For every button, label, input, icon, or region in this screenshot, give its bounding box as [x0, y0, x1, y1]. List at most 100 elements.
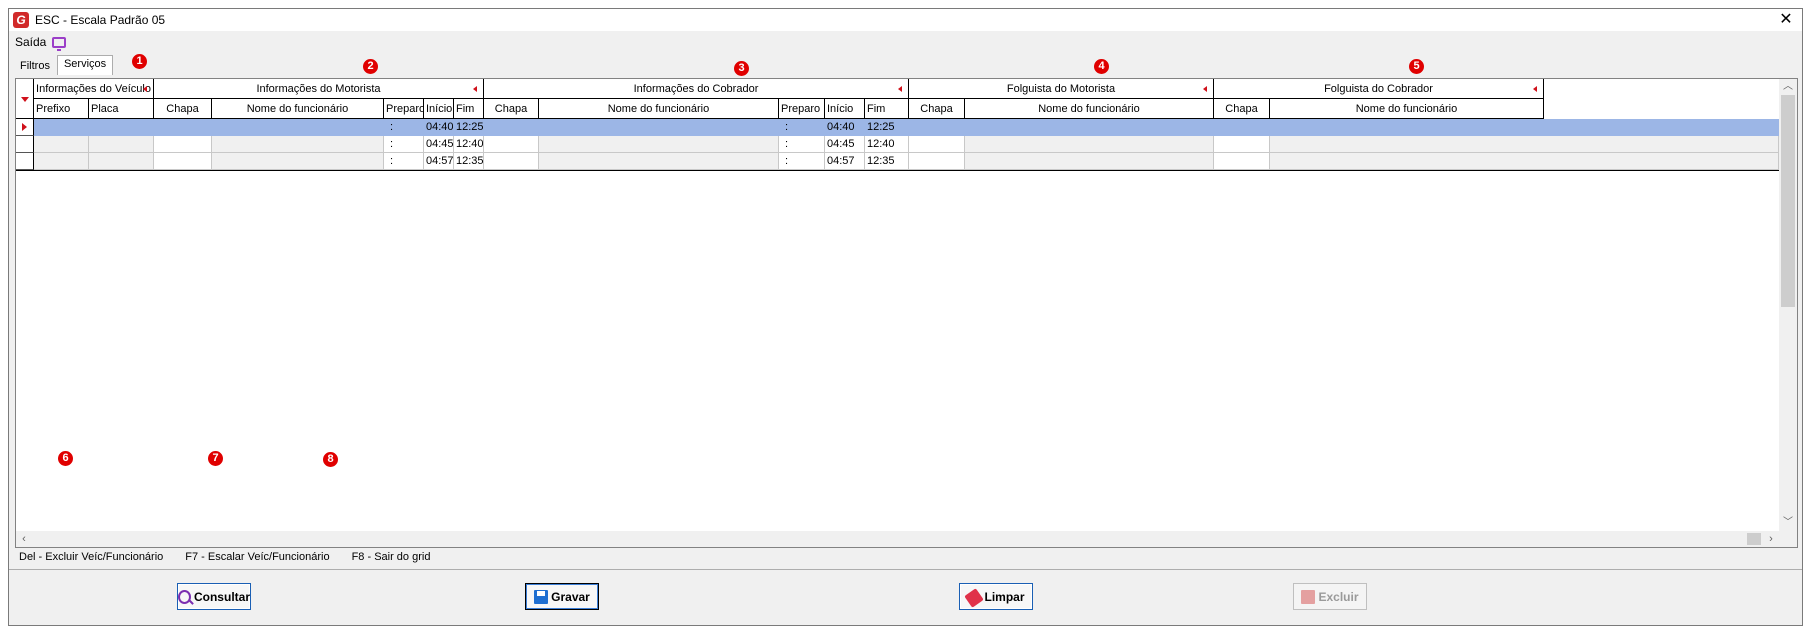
- cell-preparo[interactable]: :: [779, 136, 825, 153]
- cell-preparo[interactable]: :: [384, 119, 424, 136]
- group-header-folguista-cobrador[interactable]: Folguista do Cobrador: [1214, 79, 1544, 99]
- table-row[interactable]: : 04:40 12:25 : 04:40 12:25: [16, 119, 1779, 136]
- cell-chapa[interactable]: [909, 119, 965, 136]
- limpar-button[interactable]: Limpar: [959, 583, 1033, 610]
- cell-chapa[interactable]: [154, 136, 212, 153]
- cell-chapa[interactable]: [154, 119, 212, 136]
- cell-chapa[interactable]: [909, 136, 965, 153]
- cell-preparo[interactable]: :: [384, 136, 424, 153]
- cell-fim[interactable]: 12:25: [454, 119, 484, 136]
- column-header-inicio[interactable]: Início: [424, 99, 454, 119]
- cell-inicio[interactable]: 04:57: [424, 153, 454, 170]
- vertical-scroll-thumb[interactable]: [1781, 95, 1795, 307]
- collapse-arrow-icon[interactable]: [143, 86, 147, 92]
- group-header-motorista[interactable]: Informações do Motorista: [154, 79, 484, 99]
- cell-chapa[interactable]: [484, 119, 539, 136]
- column-header-inicio[interactable]: Início: [825, 99, 865, 119]
- cell-prefixo[interactable]: [34, 119, 89, 136]
- cell-fim[interactable]: 12:40: [865, 136, 909, 153]
- cell-nome[interactable]: [539, 136, 779, 153]
- column-header-chapa[interactable]: Chapa: [909, 99, 965, 119]
- cell-chapa[interactable]: [1214, 119, 1270, 136]
- group-header-cobrador[interactable]: Informações do Cobrador: [484, 79, 909, 99]
- cell-chapa[interactable]: [909, 153, 965, 170]
- collapse-arrow-icon[interactable]: [898, 86, 902, 92]
- cell-nome[interactable]: [212, 136, 384, 153]
- cell-nome[interactable]: [1270, 153, 1779, 170]
- group-header-folguista-motorista[interactable]: Folguista do Motorista: [909, 79, 1214, 99]
- group-header-veiculo[interactable]: Informações do Veículo: [34, 79, 154, 99]
- cell-nome[interactable]: [212, 153, 384, 170]
- cell-inicio[interactable]: 04:57: [825, 153, 865, 170]
- consultar-button[interactable]: Consultar: [177, 583, 251, 610]
- column-header-chapa[interactable]: Chapa: [154, 99, 212, 119]
- cell-chapa[interactable]: [484, 153, 539, 170]
- column-header-preparo[interactable]: Preparo: [779, 99, 825, 119]
- horizontal-scrollbar[interactable]: ‹ ›: [16, 531, 1779, 547]
- cell-placa[interactable]: [89, 119, 154, 136]
- menu-saida[interactable]: Saída: [15, 35, 46, 49]
- column-header-nome[interactable]: Nome do funcionário: [212, 99, 384, 119]
- cell-placa[interactable]: [89, 153, 154, 170]
- cell-placa[interactable]: [89, 136, 154, 153]
- excluir-button[interactable]: Excluir: [1293, 583, 1367, 610]
- cell-fim[interactable]: 12:35: [454, 153, 484, 170]
- services-grid[interactable]: Informações do Veículo Informações do Mo…: [15, 78, 1798, 548]
- cell-chapa[interactable]: [484, 136, 539, 153]
- cell-chapa[interactable]: [1214, 153, 1270, 170]
- cell-nome[interactable]: [965, 136, 1214, 153]
- cell-preparo[interactable]: :: [779, 153, 825, 170]
- cell-chapa[interactable]: [154, 153, 212, 170]
- grid-corner-header[interactable]: [16, 79, 34, 119]
- cell-nome[interactable]: [965, 153, 1214, 170]
- cell-prefixo[interactable]: [34, 153, 89, 170]
- cell-inicio[interactable]: 04:45: [424, 136, 454, 153]
- table-row[interactable]: : 04:57 12:35 : 04:57 12:35: [16, 153, 1779, 170]
- close-icon[interactable]: ✕: [1776, 11, 1796, 29]
- collapse-arrow-icon[interactable]: [1203, 86, 1207, 92]
- tab-servicos[interactable]: Serviços: [56, 55, 114, 75]
- cell-inicio[interactable]: 04:40: [825, 119, 865, 136]
- scroll-left-icon[interactable]: ‹: [16, 531, 32, 547]
- shortcut-f8: F8 - Sair do grid: [351, 551, 431, 563]
- cell-fim[interactable]: 12:25: [865, 119, 909, 136]
- gravar-button[interactable]: Gravar: [525, 583, 599, 610]
- column-header-chapa[interactable]: Chapa: [1214, 99, 1270, 119]
- cell-preparo[interactable]: :: [779, 119, 825, 136]
- cell-inicio[interactable]: 04:45: [825, 136, 865, 153]
- cell-nome[interactable]: [539, 153, 779, 170]
- monitor-icon[interactable]: [52, 36, 67, 51]
- collapse-arrow-icon[interactable]: [1533, 86, 1537, 92]
- column-header-fim[interactable]: Fim: [454, 99, 484, 119]
- cell-prefixo[interactable]: [34, 136, 89, 153]
- cell-nome[interactable]: [965, 119, 1214, 136]
- cell-nome[interactable]: [539, 119, 779, 136]
- cell-nome[interactable]: [1270, 119, 1779, 136]
- cell-nome[interactable]: [1270, 136, 1779, 153]
- tab-filtros[interactable]: Filtros: [13, 57, 57, 75]
- scroll-right-icon[interactable]: ›: [1763, 531, 1779, 547]
- scroll-down-icon[interactable]: ﹀: [1779, 515, 1797, 531]
- collapse-arrow-icon[interactable]: [473, 86, 477, 92]
- column-header-placa[interactable]: Placa: [89, 99, 154, 119]
- cell-preparo[interactable]: :: [384, 153, 424, 170]
- column-header-nome[interactable]: Nome do funcionário: [965, 99, 1214, 119]
- cell-nome[interactable]: [212, 119, 384, 136]
- table-row[interactable]: : 04:45 12:40 : 04:45 12:40: [16, 136, 1779, 153]
- cell-inicio[interactable]: 04:40: [424, 119, 454, 136]
- title-bar: G ESC - Escala Padrão 05 ✕: [9, 9, 1802, 31]
- column-header-chapa[interactable]: Chapa: [484, 99, 539, 119]
- annotation-badge: 3: [734, 61, 749, 76]
- annotation-badge: 6: [58, 451, 73, 466]
- vertical-scrollbar[interactable]: ︿ ﹀: [1779, 79, 1797, 531]
- column-header-nome[interactable]: Nome do funcionário: [539, 99, 779, 119]
- cell-fim[interactable]: 12:35: [865, 153, 909, 170]
- cell-chapa[interactable]: [1214, 136, 1270, 153]
- scroll-up-icon[interactable]: ︿: [1779, 79, 1797, 95]
- column-header-nome[interactable]: Nome do funcionário: [1270, 99, 1544, 119]
- cell-fim[interactable]: 12:40: [454, 136, 484, 153]
- column-header-fim[interactable]: Fim: [865, 99, 909, 119]
- column-header-preparo[interactable]: Preparo: [384, 99, 424, 119]
- horizontal-scroll-thumb[interactable]: [1747, 533, 1761, 545]
- column-header-prefixo[interactable]: Prefixo: [34, 99, 89, 119]
